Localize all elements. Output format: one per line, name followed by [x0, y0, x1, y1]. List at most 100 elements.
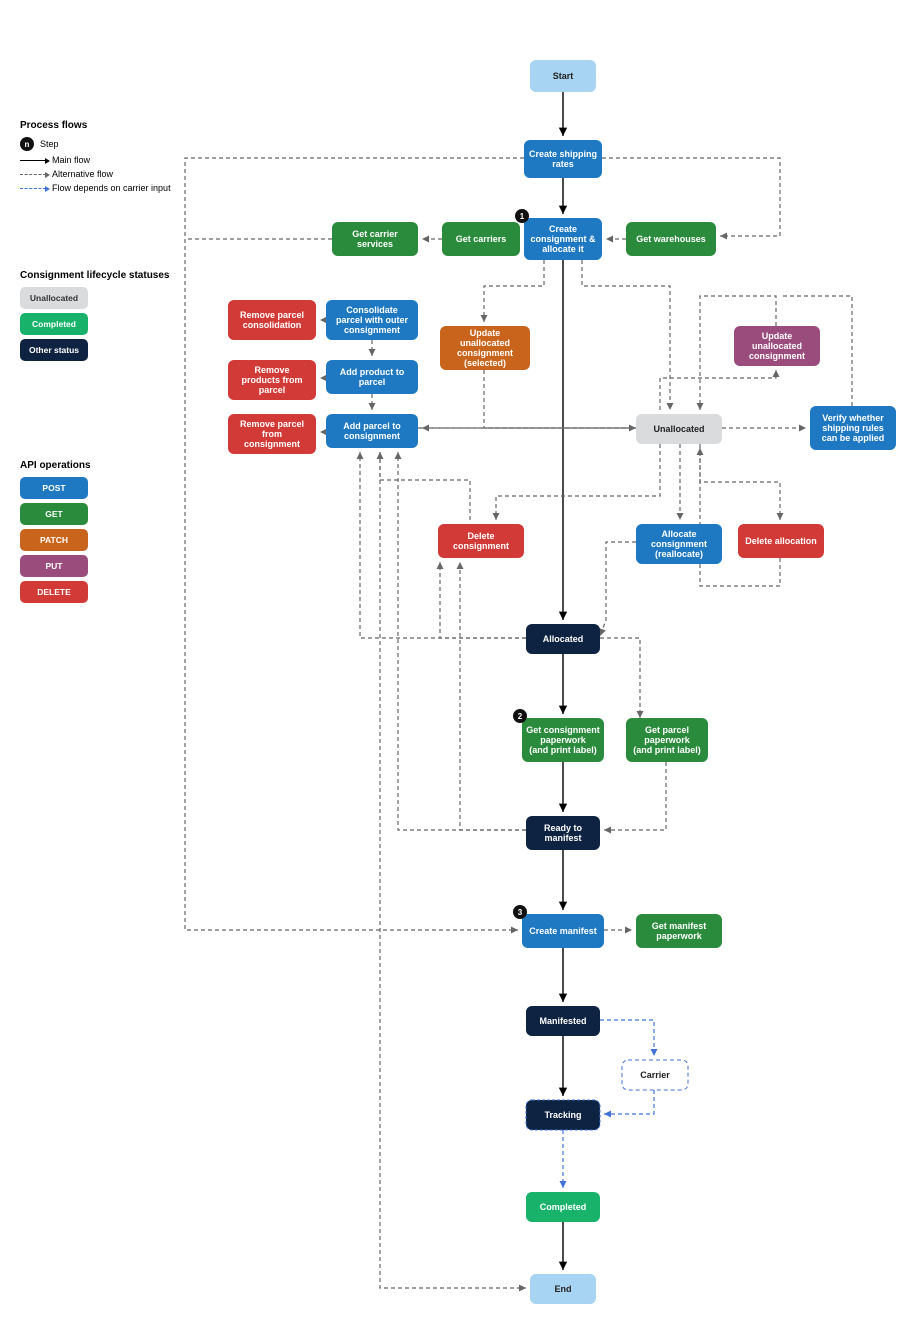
node-label: consolidation — [243, 320, 302, 330]
node-label: Create shipping — [529, 149, 597, 159]
edge-alt — [600, 542, 636, 636]
node-create_manifest: Create manifest3 — [513, 905, 604, 948]
legend-title-lifecycle: Consignment lifecycle statuses — [20, 270, 180, 281]
legend-api: API operations POST GET PATCH PUT DELETE — [20, 460, 180, 607]
node-completed: Completed — [526, 1192, 600, 1222]
legend-process-flows: Process flows n Step Main flow Alternati… — [20, 120, 180, 197]
step-dot-icon: n — [20, 137, 34, 151]
node-allocate_realloc: Allocateconsignment(reallocate) — [636, 524, 722, 564]
node-get_cons_paperwork: Get consignmentpaperwork(and print label… — [513, 709, 604, 762]
node-label: consignment — [651, 539, 707, 549]
diagram-svg: Start Create shippingrates Get carrierserv… — [0, 0, 910, 1325]
node-add_parcel: Add parcel toconsignment — [326, 414, 418, 448]
edge-alt — [496, 444, 660, 520]
edge-alt — [460, 562, 526, 830]
node-label: Verify whether — [822, 413, 884, 423]
edge-alt — [484, 370, 636, 428]
node-label: Update — [470, 328, 501, 338]
node-label: Delete allocation — [745, 536, 817, 546]
node-label: consignment — [749, 351, 805, 361]
node-get_manifest_paperwork: Get manifestpaperwork — [636, 914, 722, 948]
node-label: Ready to — [544, 823, 583, 833]
node-create_consignment: Createconsignment &allocate it 1 — [515, 209, 602, 260]
edge-alt — [660, 370, 776, 410]
node-label: Create — [549, 224, 577, 234]
main-flow-line-icon — [20, 160, 46, 161]
edge-alt — [440, 562, 526, 638]
node-label: unallocated — [752, 341, 802, 351]
node-label: from — [262, 429, 282, 439]
diagram-stage: Start Create shippingrates Get carrierserv… — [0, 0, 910, 1325]
node-label: Get consignment — [526, 725, 600, 735]
node-tracking: Tracking — [526, 1100, 600, 1130]
node-label: End — [555, 1284, 572, 1294]
edge-alt — [600, 638, 640, 718]
node-remove_parcel: Remove parcelfromconsignment — [228, 414, 316, 454]
node-label: parcel — [259, 385, 286, 395]
edge-alt — [398, 452, 526, 830]
step-badge-number: 2 — [518, 712, 523, 721]
node-label: (reallocate) — [655, 549, 703, 559]
node-label: Completed — [540, 1202, 587, 1212]
swatch-get: GET — [20, 503, 88, 525]
node-get_carrier_services: Get carrierservices — [332, 222, 418, 256]
step-badge-number: 1 — [520, 212, 525, 221]
node-label: paperwork — [540, 735, 587, 745]
node-label: allocate it — [542, 244, 584, 254]
node-unallocated: Unallocated — [636, 414, 722, 444]
node-label: Get warehouses — [636, 234, 706, 244]
edge-alt — [380, 452, 526, 1288]
node-label: Add parcel to — [343, 421, 401, 431]
edge-alt — [380, 452, 470, 520]
node-label: consignment — [244, 439, 300, 449]
node-label: parcel — [359, 377, 386, 387]
node-label: (and print label) — [633, 745, 701, 755]
edge-alt — [582, 260, 670, 410]
node-label: unallocated — [460, 338, 510, 348]
node-label: paperwork — [644, 735, 691, 745]
edge-carrier — [604, 1090, 654, 1114]
node-label: Remove — [254, 365, 289, 375]
node-label: Start — [553, 71, 574, 81]
node-label: consignment & — [530, 234, 596, 244]
node-label: Get carriers — [456, 234, 507, 244]
carrier-flow-line-icon — [20, 188, 46, 189]
swatch-delete: DELETE — [20, 581, 88, 603]
legend-row-main: Main flow — [20, 155, 180, 165]
node-label: Unallocated — [653, 424, 704, 434]
node-label: Get carrier — [352, 229, 398, 239]
node-carrier: Carrier — [622, 1060, 688, 1090]
node-add_product: Add product toparcel — [326, 360, 418, 394]
node-label: products from — [241, 375, 302, 385]
node-get_carriers: Get carriers — [442, 222, 520, 256]
edge-alt — [604, 762, 666, 830]
node-label: parcel with outer — [336, 315, 409, 325]
node-label: (selected) — [464, 358, 506, 368]
legend-row-alt: Alternative flow — [20, 169, 180, 179]
swatch-put: PUT — [20, 555, 88, 577]
edge-alt — [700, 444, 780, 520]
node-consolidate: Consolidateparcel with outerconsignment — [326, 300, 418, 340]
legend-lifecycle: Consignment lifecycle statuses Unallocat… — [20, 270, 180, 365]
node-get_warehouses: Get warehouses — [626, 222, 716, 256]
node-label: Create manifest — [529, 926, 597, 936]
node-end: End — [530, 1274, 596, 1304]
node-update_selected: Updateunallocatedconsignment(selected) — [440, 326, 530, 370]
edge-alt — [484, 260, 544, 322]
node-label: Get parcel — [645, 725, 689, 735]
node-label: Update — [762, 331, 793, 341]
node-get_parcel_paperwork: Get parcelpaperwork(and print label) — [626, 718, 708, 762]
node-label: Allocate — [661, 529, 696, 539]
node-label: Tracking — [544, 1110, 581, 1120]
node-label: Add product to — [340, 367, 405, 377]
node-label: consignment — [344, 431, 400, 441]
node-start: Start — [530, 60, 596, 92]
node-label: manifest — [544, 833, 581, 843]
node-label: shipping rules — [822, 423, 884, 433]
swatch-post: POST — [20, 477, 88, 499]
node-create_rates: Create shippingrates — [524, 140, 602, 178]
node-label: Allocated — [543, 634, 584, 644]
legend-title-api: API operations — [20, 460, 180, 471]
node-label: consignment — [344, 325, 400, 335]
node-allocated: Allocated — [526, 624, 600, 654]
